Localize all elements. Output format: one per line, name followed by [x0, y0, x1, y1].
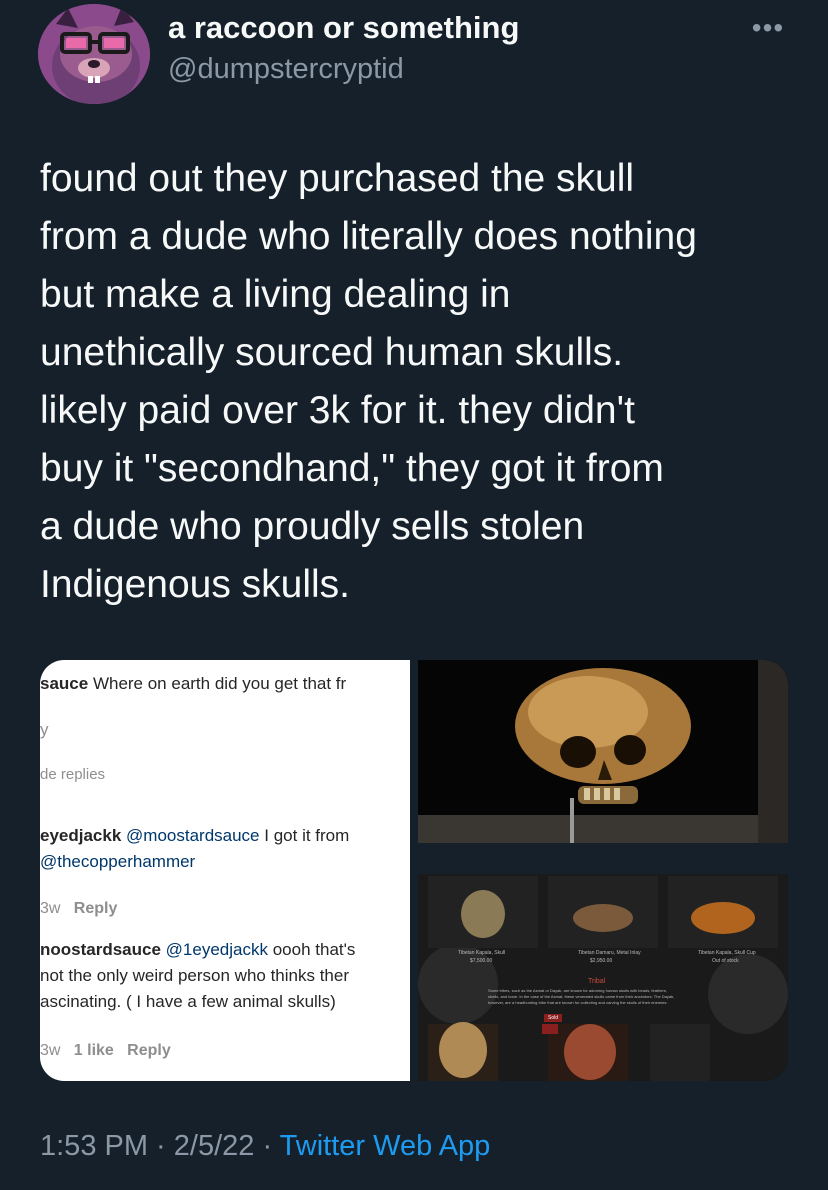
comment-2-mention: @moostardsauce: [126, 826, 260, 845]
shop-item-3-title: Tibetan Kapala, Skull Cup: [698, 950, 756, 956]
avatar[interactable]: [38, 4, 150, 104]
comment-2-time: 3w: [40, 900, 61, 917]
comment-2: eyedjackk @moostardsauce I got it from: [40, 826, 349, 846]
comment-2-mention-2: @thecopperhammer: [40, 852, 196, 871]
skull-photo-illustration: [418, 660, 788, 843]
user-handle[interactable]: @dumpstercryptid: [168, 53, 404, 86]
media-skull-photo[interactable]: [418, 660, 788, 843]
shop-item-3-status: Out of stock: [712, 958, 739, 964]
media-shop-screenshot[interactable]: Tibetan Kapala, Skull $7,500.00 Tibetan …: [418, 874, 788, 1081]
comment-3: noostardsauce @1eyedjackk oooh that's: [40, 940, 355, 960]
tweet-time[interactable]: 1:53 PM: [40, 1130, 148, 1162]
comment-1-text: Where on earth did you get that fr: [92, 674, 347, 693]
comment-2-reply: Reply: [73, 900, 118, 917]
tweet-media-grid[interactable]: sauce Where on earth did you get that fr…: [40, 660, 788, 1081]
comment-3-reply: Reply: [127, 1042, 171, 1059]
shop-section-desc-2: shells, and bone. In the case of the Asm…: [488, 994, 675, 999]
comment-3-text-3: ascinating. ( I have a few animal skulls…: [40, 992, 336, 1011]
comment-2-meta: 3w Reply: [40, 900, 117, 918]
tweet-date[interactable]: 2/5/22: [174, 1130, 255, 1162]
shop-section-desc-3: however, are a headhunting tribe that ar…: [488, 1000, 668, 1005]
more-options-icon[interactable]: •••: [748, 14, 788, 48]
comment-2-text: I got it from: [264, 826, 350, 845]
shop-item-2-price: $2,950.00: [590, 958, 613, 964]
comment-1-user: sauce: [40, 674, 89, 693]
shop-section-title: Tribal: [588, 978, 606, 985]
meta-separator: ·: [148, 1130, 174, 1162]
meta-separator: ·: [254, 1130, 280, 1162]
shop-sold-badge: Sold: [544, 1014, 563, 1022]
comment-3-time: 3w: [40, 1042, 61, 1059]
shop-item-2-title: Tibetan Damaru, Metal Inlay: [578, 950, 641, 956]
shop-section-desc-1: Some tribes, such as the Asmat or Dayak,…: [488, 988, 667, 993]
tweet-source-link[interactable]: Twitter Web App: [280, 1130, 491, 1162]
hide-replies-link: de replies: [40, 766, 106, 783]
comment-1-meta: y: [40, 720, 49, 739]
comment-3-meta: 3w 1 like Reply: [40, 1042, 171, 1060]
comment-3-likes: 1 like: [73, 1042, 114, 1059]
comment-3-user: noostardsauce: [40, 940, 161, 959]
comment-2-user: eyedjackk: [40, 826, 122, 845]
tweet-text: found out they purchased the skull from …: [40, 157, 697, 606]
comment-3-text-2: not the only weird person who thinks the…: [40, 966, 350, 985]
tweet-meta: 1:53 PM · 2/5/22 · Twitter Web App: [40, 1130, 490, 1163]
shop-item-1-price: $7,500.00: [470, 958, 493, 964]
shop-item-1-title: Tibetan Kapala, Skull: [458, 950, 506, 956]
comment-1: sauce Where on earth did you get that fr: [40, 674, 346, 694]
comment-3-text-1: oooh that's: [272, 940, 356, 959]
display-name[interactable]: a raccoon or something: [168, 10, 519, 46]
avatar-raccoon-illustration: [38, 4, 150, 104]
comment-3-mention: @1eyedjackk: [165, 940, 268, 959]
media-comments-screenshot[interactable]: sauce Where on earth did you get that fr…: [40, 660, 410, 1081]
